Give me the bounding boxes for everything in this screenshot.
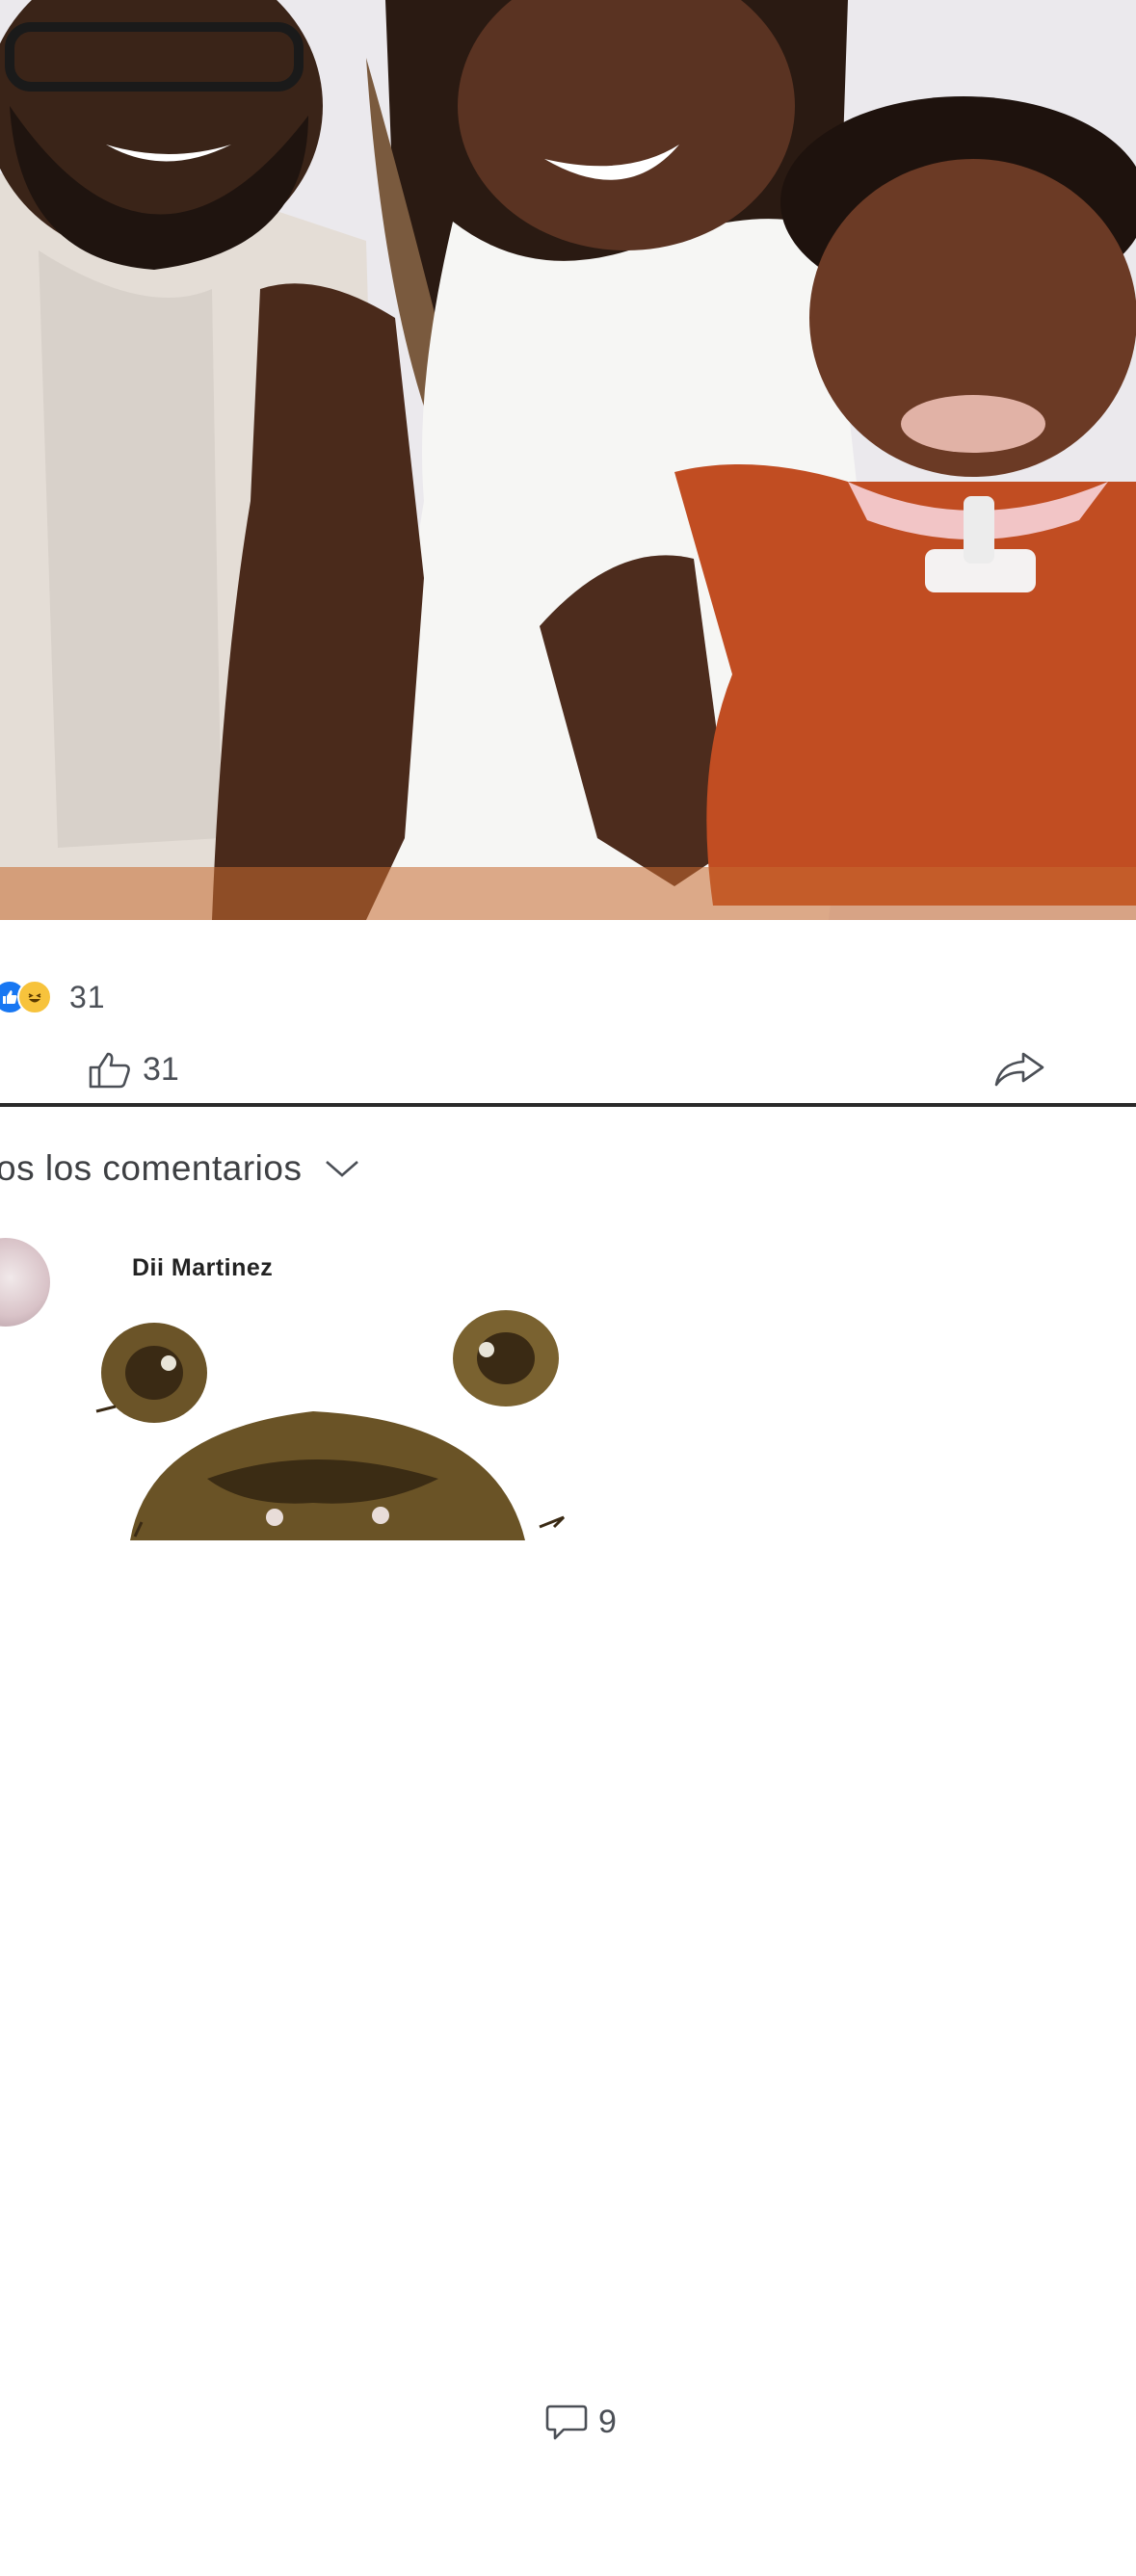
- comments-filter[interactable]: os los comentarios: [0, 1144, 361, 1193]
- comment-count: 9: [598, 2404, 617, 2440]
- comments-filter-label: os los comentarios: [0, 1148, 303, 1188]
- like-button[interactable]: 31: [87, 1036, 179, 1103]
- avatar[interactable]: [0, 1238, 50, 1327]
- comment-item: Dii Martinez: [0, 1233, 1136, 1540]
- haha-icon: [17, 980, 52, 1014]
- comment-bubble-icon: [545, 2405, 588, 2439]
- section-divider: [0, 1103, 1136, 1107]
- comment-author[interactable]: Dii Martinez: [132, 1254, 273, 1282]
- post-actions: 31 9: [0, 1036, 1136, 2440]
- share-arrow-icon: [994, 1052, 1044, 1087]
- reaction-count: 31: [69, 979, 106, 1014]
- reactions-summary[interactable]: 31: [0, 973, 106, 1021]
- post-photo[interactable]: [0, 0, 1136, 920]
- thumb-up-icon: [89, 1052, 130, 1089]
- post-photo-illustration: [0, 0, 1136, 920]
- bear-sticker: [95, 1310, 566, 1540]
- share-button[interactable]: [992, 1036, 1046, 1103]
- comment-button[interactable]: 9: [544, 2269, 1136, 2576]
- chevron-down-icon: [326, 1161, 359, 1177]
- like-count: 31: [143, 1050, 179, 1088]
